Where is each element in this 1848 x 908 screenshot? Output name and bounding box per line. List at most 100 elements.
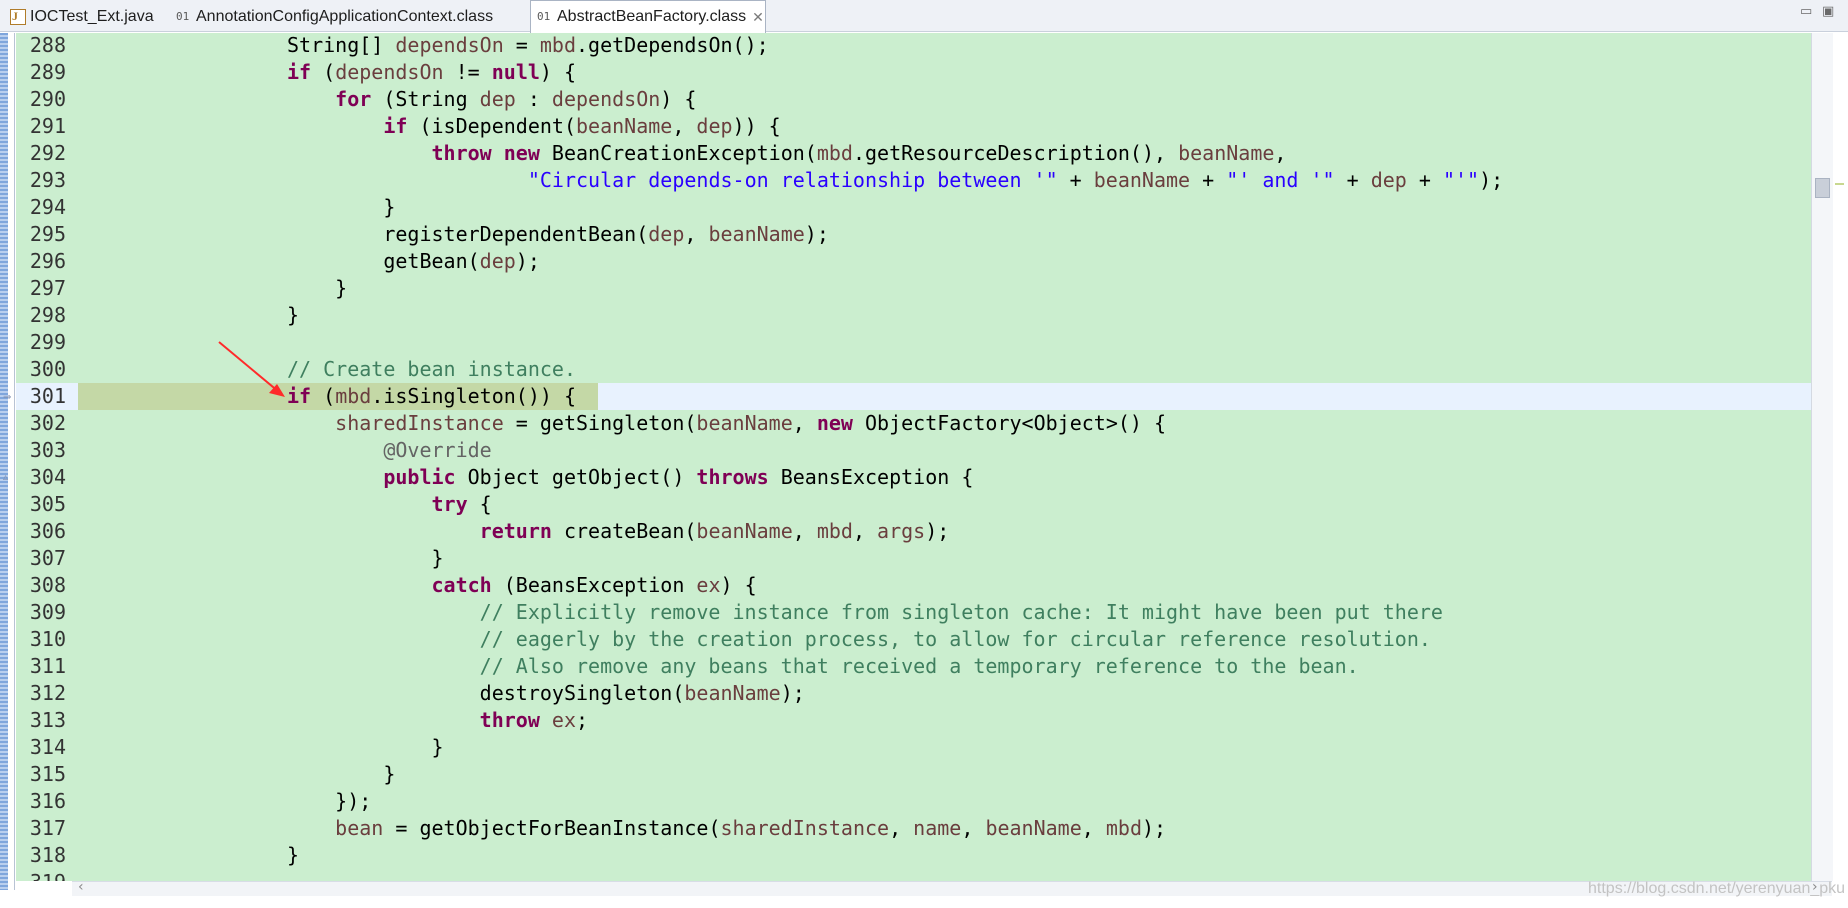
code-editor[interactable]: 288 String[] dependsOn = mbd.getDependsOn… — [16, 33, 1811, 881]
code-line[interactable]: 303 @Override — [16, 437, 1811, 464]
code-line[interactable]: 295 registerDependentBean(dep, beanName)… — [16, 221, 1811, 248]
code-token: } — [287, 546, 444, 570]
code-line[interactable]: 291 if (isDependent(beanName, dep)) { — [16, 113, 1811, 140]
code-line[interactable]: 306 return createBean(beanName, mbd, arg… — [16, 518, 1811, 545]
code-text: if (mbd.isSingleton()) { — [287, 383, 576, 410]
editor-tab-bar: IOCTest_Ext.java 01 AnnotationConfigAppl… — [0, 0, 1848, 33]
code-line[interactable]: 307 } — [16, 545, 1811, 572]
horizontal-scrollbar[interactable]: ‹ › — [72, 879, 1832, 896]
close-icon[interactable]: ✕ — [752, 9, 764, 26]
code-line[interactable]: 305 try { — [16, 491, 1811, 518]
code-token: , — [889, 816, 914, 840]
code-token: sharedInstance — [335, 411, 504, 435]
overview-ruler[interactable] — [1811, 33, 1833, 881]
tab-ioctest-ext[interactable]: IOCTest_Ext.java — [4, 1, 174, 32]
code-line[interactable]: 314 } — [16, 734, 1811, 761]
code-line[interactable]: 317 bean = getObjectForBeanInstance(shar… — [16, 815, 1811, 842]
code-token: ; — [576, 708, 589, 732]
tab-annotation-config-application-context[interactable]: 01 AnnotationConfigApplicationContext.cl… — [170, 1, 530, 32]
line-number: 296 — [29, 249, 66, 273]
code-token: .getResourceDescription(), — [852, 141, 1179, 165]
tab-abstract-bean-factory[interactable]: 01 AbstractBeanFactory.class ✕ — [530, 0, 766, 33]
code-line[interactable]: 289 if (dependsOn != null) { — [16, 59, 1811, 86]
line-number: 292 — [29, 141, 66, 165]
code-line[interactable]: 316 }); — [16, 788, 1811, 815]
code-line[interactable]: 318} — [16, 842, 1811, 869]
line-number: 315 — [29, 762, 66, 786]
class-file-icon: 01 — [176, 9, 190, 23]
code-token: , — [792, 411, 817, 435]
code-line[interactable]: 288 String[] dependsOn = mbd.getDependsOn… — [16, 33, 1811, 59]
code-token: dependsOn — [395, 33, 504, 57]
class-file-icon: 01 — [537, 10, 551, 23]
code-line[interactable]: 304 public Object getObject() throws Bea… — [16, 464, 1811, 491]
code-line[interactable]: 301 if (mbd.isSingleton()) { — [16, 383, 1811, 410]
line-number: 293 — [29, 168, 66, 192]
code-token: + — [1334, 168, 1371, 192]
code-token: beanName — [696, 411, 793, 435]
code-line[interactable]: 297 } — [16, 275, 1811, 302]
scroll-left-arrow-icon[interactable]: ‹ — [78, 879, 84, 895]
line-number: 297 — [29, 276, 66, 300]
code-line[interactable]: 312 destroySingleton(beanName); — [16, 680, 1811, 707]
code-line[interactable]: 294 } — [16, 194, 1811, 221]
code-token: beanName — [1093, 168, 1191, 192]
line-number: 313 — [29, 708, 66, 732]
code-text: // Also remove any beans that received a… — [287, 653, 1359, 680]
java-file-icon — [10, 8, 26, 25]
code-line[interactable]: 300 // Create bean instance. — [16, 356, 1811, 383]
code-line[interactable]: 293 "Circular depends-on relationship be… — [16, 167, 1811, 194]
code-token: } — [287, 762, 396, 786]
code-line[interactable]: 299 — [16, 329, 1811, 356]
code-token: , — [961, 816, 986, 840]
code-line[interactable]: 315 } — [16, 761, 1811, 788]
code-line[interactable]: 311 // Also remove any beans that receiv… — [16, 653, 1811, 680]
code-token: ( — [311, 60, 336, 84]
code-token: dependsOn — [551, 87, 661, 111]
code-line[interactable]: 313 throw ex; — [16, 707, 1811, 734]
code-line[interactable]: 308 catch (BeansException ex) { — [16, 572, 1811, 599]
code-text: return createBean(beanName, mbd, args); — [287, 518, 950, 545]
code-token: mbd — [1105, 816, 1142, 840]
code-text: public Object getObject() throws BeansEx… — [287, 464, 973, 491]
code-token: name — [913, 816, 962, 840]
code-text: bean = getObjectForBeanInstance(sharedIn… — [287, 815, 1166, 842]
code-line[interactable]: 319 — [16, 869, 1811, 881]
code-token: if — [383, 114, 408, 138]
code-token: = getObjectForBeanInstance( — [383, 816, 721, 840]
code-line[interactable]: 309 // Explicitly remove instance from s… — [16, 599, 1811, 626]
code-line[interactable]: 298} — [16, 302, 1811, 329]
code-line[interactable]: 290 for (String dep : dependsOn) { — [16, 86, 1811, 113]
line-number: 310 — [29, 627, 66, 651]
code-token: mbd — [816, 519, 853, 543]
code-token: ); — [925, 519, 950, 543]
code-token: dep — [479, 249, 516, 273]
code-line[interactable]: 310 // eagerly by the creation process, … — [16, 626, 1811, 653]
ruler-thumb[interactable] — [1815, 178, 1830, 198]
code-text: registerDependentBean(dep, beanName); — [287, 221, 829, 248]
code-text: // Explicitly remove instance from singl… — [287, 599, 1443, 626]
line-number: 306 — [29, 519, 66, 543]
minimize-icon[interactable]: ▭ — [1800, 4, 1812, 19]
code-line[interactable]: 292 throw new BeanCreationException(mbd.… — [16, 140, 1811, 167]
override-marker-icon: ▵ — [3, 472, 9, 483]
code-token: catch — [431, 573, 492, 597]
code-token: ) { — [720, 573, 757, 597]
line-number: 298 — [29, 303, 66, 327]
code-token: // Create bean instance. — [287, 357, 576, 381]
line-number: 307 — [29, 546, 66, 570]
code-line[interactable]: 302 sharedInstance = getSingleton(beanNa… — [16, 410, 1811, 437]
code-token: try — [431, 492, 468, 516]
line-number: 291 — [29, 114, 66, 138]
code-token: String[] — [287, 33, 396, 57]
code-token: , — [672, 114, 697, 138]
maximize-icon[interactable]: ▣ — [1822, 4, 1834, 19]
line-number: 308 — [29, 573, 66, 597]
code-token: } — [287, 303, 300, 327]
line-number: 289 — [29, 60, 66, 84]
code-line[interactable]: 296 getBean(dep); — [16, 248, 1811, 275]
code-token: ); — [1141, 816, 1167, 840]
